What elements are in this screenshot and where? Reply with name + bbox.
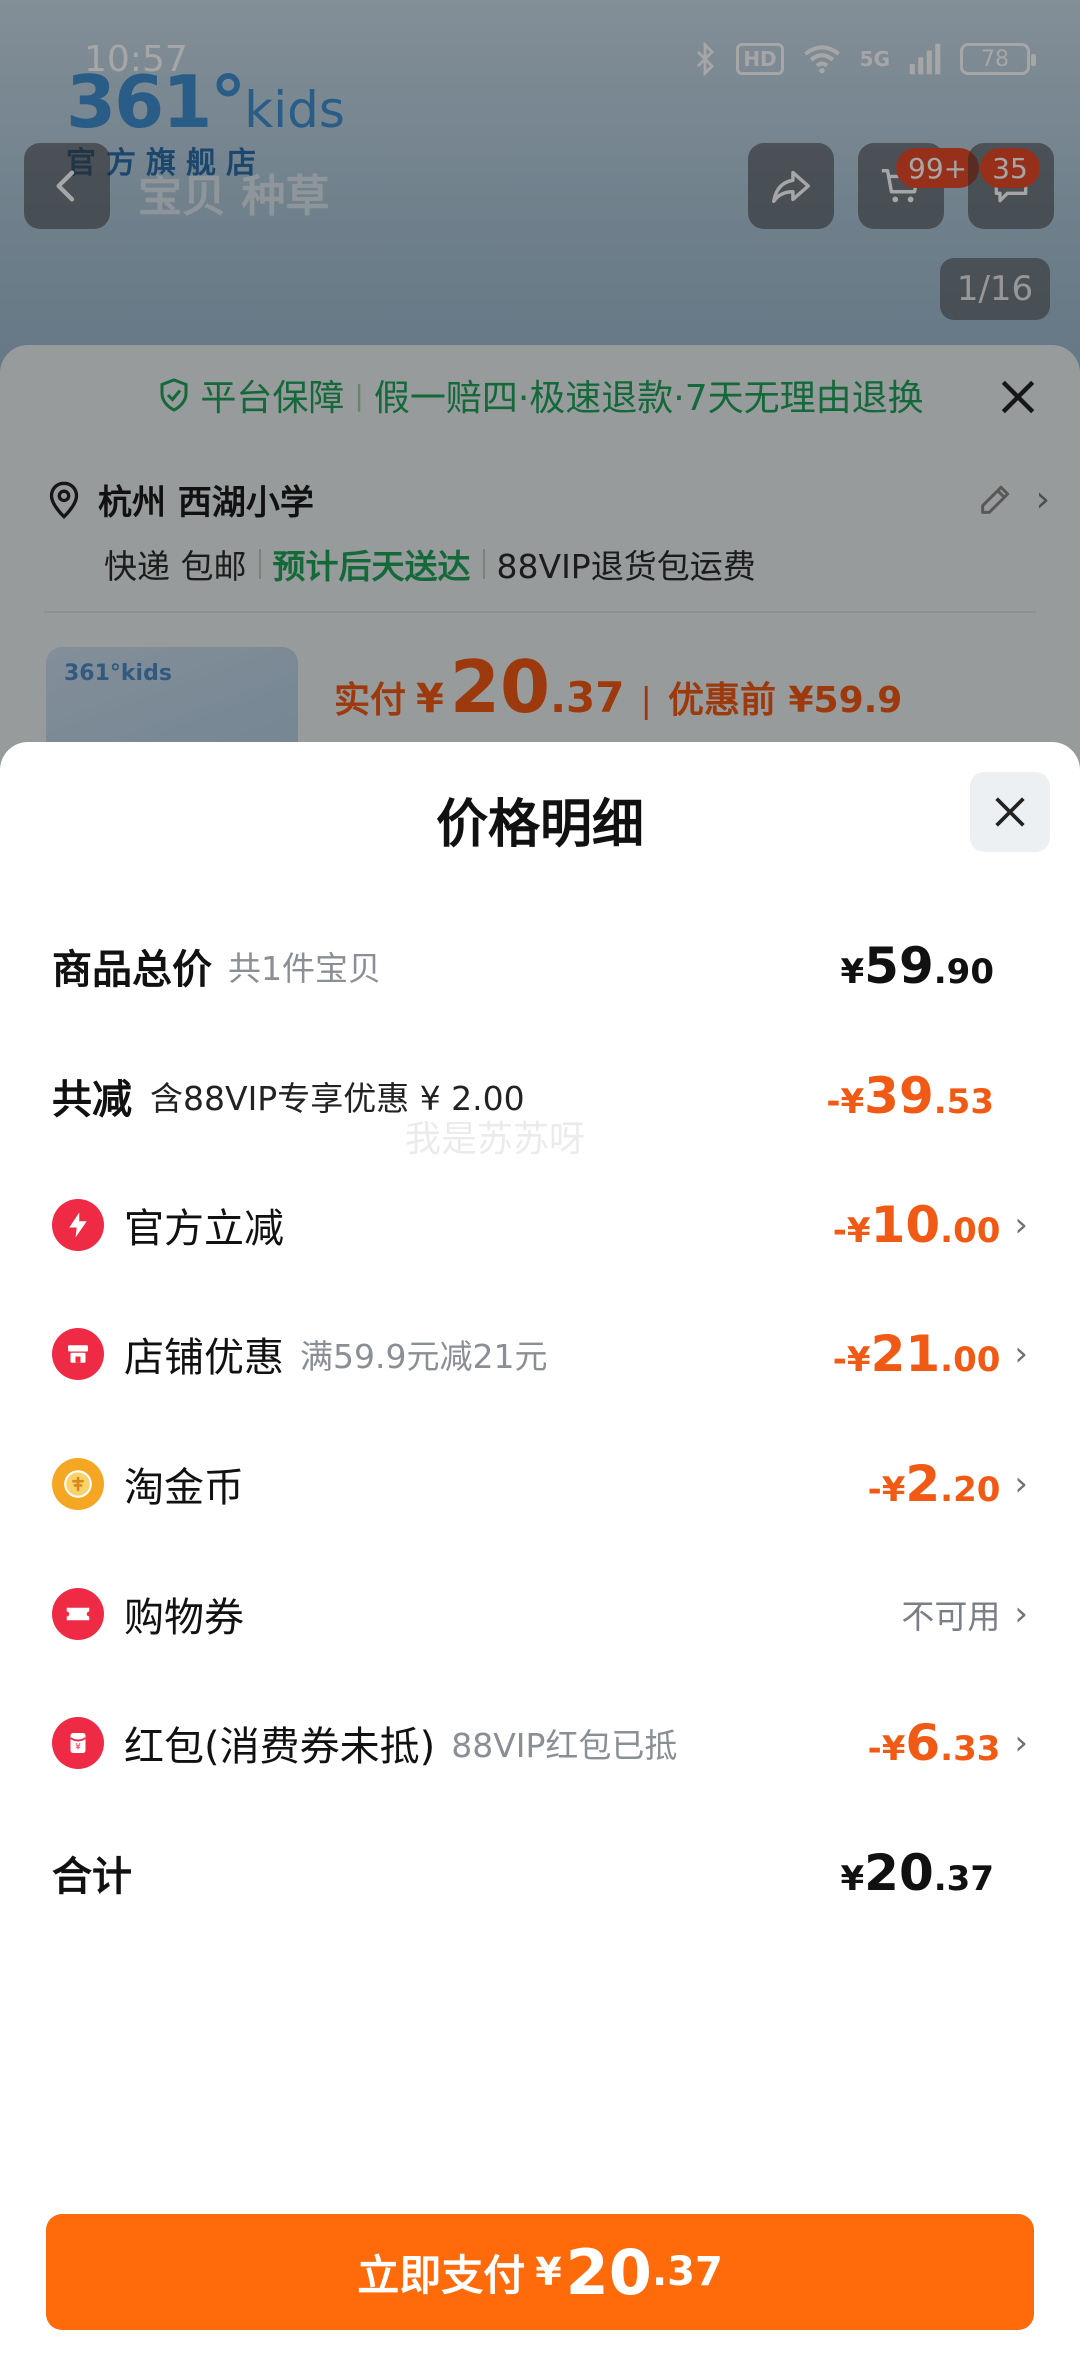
value-int: 10 <box>870 1196 941 1254</box>
price-detail-sheet: 价格明细 我是苏苏呀 商品总价 共1件宝贝 ¥ 59 .90 共减 含88VIP… <box>0 742 1080 2376</box>
row-red-packet[interactable]: ¥ 红包(消费券未抵) 88VIP红包已抵 -¥ 6 .33 › <box>52 1703 1028 1783</box>
value-currency: -¥ <box>832 1211 871 1251</box>
row-value: -¥ 10 .00 › <box>833 1196 1028 1254</box>
row-note: 共1件宝贝 <box>228 949 381 988</box>
row-label: 合计 <box>52 1854 132 1900</box>
pay-currency: ¥ <box>535 2250 562 2294</box>
value-int: 2 <box>905 1455 941 1513</box>
lightning-icon <box>52 1199 104 1251</box>
close-button[interactable] <box>970 772 1050 852</box>
row-gold-coin[interactable]: 淘金币 -¥ 2 .20 › <box>52 1444 1028 1524</box>
value-dec: .20 <box>940 1470 1001 1510</box>
row-note: 88VIP红包已抵 <box>451 1726 678 1765</box>
row-shopping-voucher[interactable]: 购物券 不可用 › <box>52 1574 1028 1654</box>
row-label: 购物券 <box>124 1595 244 1641</box>
pay-label: 立即支付 <box>357 2250 526 2300</box>
value-dec: .90 <box>933 952 994 992</box>
red-packet-icon: ¥ <box>52 1717 104 1769</box>
value-int: 59 <box>864 937 934 995</box>
row-value: -¥ 39 .53 <box>826 1067 994 1125</box>
close-icon <box>995 797 1025 827</box>
row-label: 商品总价 <box>52 947 212 993</box>
value-currency: -¥ <box>867 1470 906 1510</box>
row-grand-total: 合计 ¥ 20 .37 <box>52 1833 1028 1913</box>
chevron-right-icon: › <box>1014 1464 1028 1504</box>
row-total-price: 商品总价 共1件宝贝 ¥ 59 .90 <box>52 926 1028 1006</box>
row-shop-discount[interactable]: 店铺优惠 满59.9元减21元 -¥ 21 .00 › <box>52 1314 1028 1394</box>
chevron-right-icon: › <box>1014 1334 1028 1374</box>
value-int: 21 <box>870 1325 941 1383</box>
value-int: 6 <box>905 1714 941 1772</box>
row-value: -¥ 6 .33 › <box>868 1714 1028 1772</box>
value-currency: ¥ <box>840 952 865 992</box>
row-label: 共减 <box>52 1077 132 1123</box>
pay-dec: .37 <box>651 2249 723 2295</box>
value-currency: -¥ <box>832 1340 871 1380</box>
value-dec: .00 <box>940 1340 1001 1380</box>
value-dec: .00 <box>940 1211 1001 1251</box>
value-int: 39 <box>864 1067 934 1125</box>
row-label: 淘金币 <box>124 1465 244 1511</box>
row-label: 红包(消费券未抵) <box>124 1724 436 1770</box>
sheet-title: 价格明细 <box>435 795 644 855</box>
svg-text:¥: ¥ <box>75 1742 81 1752</box>
row-note: 满59.9元减21元 <box>300 1337 548 1376</box>
chevron-right-icon: › <box>1014 1723 1028 1763</box>
value-dec: .53 <box>933 1082 994 1122</box>
pay-now-button[interactable]: 立即支付 ¥ 20 .37 <box>46 2214 1034 2330</box>
screen: 361°kids 官方旗舰店 宝贝 种草 99+ 35 1/16 10:57 H… <box>0 0 1080 2376</box>
value-currency: ¥ <box>840 1859 865 1899</box>
value-unavailable: 不可用 <box>901 1597 1001 1636</box>
row-value: -¥ 2 .20 › <box>868 1455 1028 1513</box>
row-value: ¥ 20 .37 <box>841 1844 995 1902</box>
ticket-icon <box>52 1588 104 1640</box>
value-dec: .37 <box>933 1859 994 1899</box>
shop-icon <box>52 1328 104 1380</box>
row-official-discount[interactable]: 官方立减 -¥ 10 .00 › <box>52 1185 1028 1265</box>
row-label: 官方立减 <box>124 1206 284 1252</box>
row-note: 含88VIP专享优惠 ¥ 2.00 <box>150 1079 525 1118</box>
value-int: 20 <box>864 1844 934 1902</box>
pay-int: 20 <box>565 2235 652 2309</box>
value-dec: .33 <box>940 1729 1001 1769</box>
row-value: ¥ 59 .90 <box>841 937 995 995</box>
row-total-discount: 共减 含88VIP专享优惠 ¥ 2.00 -¥ 39 .53 <box>52 1056 1028 1136</box>
row-value: 不可用 › <box>901 1590 1028 1638</box>
gold-coin-icon <box>52 1458 104 1510</box>
value-currency: -¥ <box>867 1729 906 1769</box>
value-currency: -¥ <box>826 1082 865 1122</box>
chevron-right-icon: › <box>1014 1205 1028 1245</box>
chevron-right-icon: › <box>1014 1594 1028 1634</box>
row-label: 店铺优惠 <box>124 1335 284 1381</box>
row-value: -¥ 21 .00 › <box>833 1325 1028 1383</box>
